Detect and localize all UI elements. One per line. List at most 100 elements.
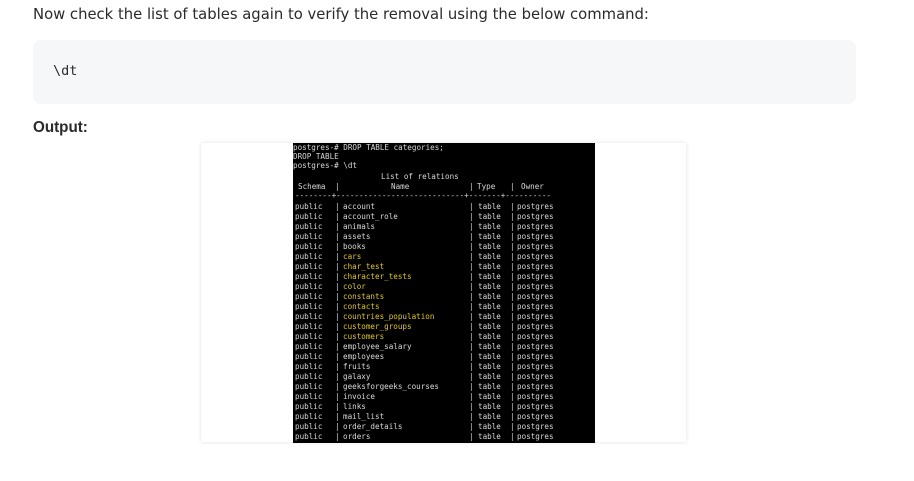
column-separator: |: [335, 402, 340, 411]
cell-name: invoice: [343, 392, 376, 401]
cell-schema: public: [295, 402, 323, 411]
cell-name: galaxy: [343, 372, 371, 381]
cell-owner: postgres: [517, 362, 554, 371]
column-separator: |: [510, 212, 515, 221]
table-row: public | customer_groups | table | postgres: [293, 322, 595, 332]
table-row: public | customers | table | postgres: [293, 332, 595, 342]
table-row: public | contacts | table | postgres: [293, 302, 595, 312]
column-separator: |: [335, 232, 340, 241]
column-separator: |: [335, 212, 340, 221]
cell-schema: public: [295, 372, 323, 381]
cell-schema: public: [295, 312, 323, 321]
cell-type: table: [478, 322, 501, 331]
column-separator: |: [335, 342, 340, 351]
table-row: public | countries_population | table | postgr…: [293, 312, 595, 322]
column-separator: |: [335, 272, 340, 281]
cell-type: table: [478, 342, 501, 351]
column-separator: |: [469, 292, 474, 301]
column-separator: |: [335, 332, 340, 341]
cell-type: table: [478, 422, 501, 431]
column-separator: |: [335, 392, 340, 401]
table-divider: --------+----------------------------+--…: [295, 191, 552, 200]
cell-owner: postgres: [517, 252, 554, 261]
column-separator: |: [335, 302, 340, 311]
cell-schema: public: [295, 282, 323, 291]
cell-owner: postgres: [517, 222, 554, 231]
cell-name: orders: [343, 432, 371, 441]
cell-schema: public: [295, 352, 323, 361]
cell-owner: postgres: [517, 402, 554, 411]
output-heading: Output:: [33, 119, 88, 136]
column-separator: |: [469, 202, 474, 211]
column-separator: |: [469, 432, 474, 441]
table-row: public | geeksforgeeks_courses | table | postg…: [293, 382, 595, 392]
column-separator: |: [469, 392, 474, 401]
column-separator: |: [335, 362, 340, 371]
cell-name: animals: [343, 222, 376, 231]
column-separator: |: [510, 372, 515, 381]
cell-name: customers: [343, 332, 385, 341]
cell-schema: public: [295, 412, 323, 421]
cell-name: account_role: [343, 212, 398, 221]
cell-owner: postgres: [517, 392, 554, 401]
column-separator: |: [469, 282, 474, 291]
column-separator: |: [510, 412, 515, 421]
table-row: public | books | table | postgres: [293, 242, 595, 252]
cell-type: table: [478, 392, 501, 401]
cell-owner: postgres: [517, 282, 554, 291]
cell-schema: public: [295, 262, 323, 271]
table-row: public | char_test | table | postgres: [293, 262, 595, 272]
cell-owner: postgres: [517, 342, 554, 351]
column-separator: |: [335, 252, 340, 261]
table-row: public | fruits | table | postgres: [293, 362, 595, 372]
cell-schema: public: [295, 302, 323, 311]
cell-type: table: [478, 232, 501, 241]
column-separator: |: [335, 432, 340, 441]
cell-type: table: [478, 242, 501, 251]
column-separator: |: [510, 402, 515, 411]
column-separator: |: [469, 312, 474, 321]
table-row: public | assets | table | postgres: [293, 232, 595, 242]
cell-owner: postgres: [517, 292, 554, 301]
column-separator: |: [335, 202, 340, 211]
column-separator: |: [335, 312, 340, 321]
code-command[interactable]: \dt: [53, 63, 77, 79]
cell-schema: public: [295, 382, 323, 391]
table-row: public | character_tests | table | postgres: [293, 272, 595, 282]
cell-type: table: [478, 302, 501, 311]
cell-type: table: [478, 372, 501, 381]
column-separator: |: [510, 312, 515, 321]
table-row: public | account | table | postgres: [293, 202, 595, 212]
column-separator: |: [510, 362, 515, 371]
cell-type: table: [478, 252, 501, 261]
cell-name: character_tests: [343, 272, 412, 281]
column-separator: |: [469, 422, 474, 431]
cell-type: table: [478, 212, 501, 221]
cell-name: cars: [343, 252, 362, 261]
cell-owner: postgres: [517, 432, 554, 441]
column-separator: |: [469, 222, 474, 231]
column-separator: |: [469, 272, 474, 281]
cell-schema: public: [295, 222, 323, 231]
column-separator: |: [335, 372, 340, 381]
code-block[interactable]: \dt: [33, 40, 856, 104]
cell-name: countries_population: [343, 312, 435, 321]
column-separator: |: [510, 242, 515, 251]
table-row: public | orders | table | postgres: [293, 432, 595, 442]
cell-name: employees: [343, 352, 385, 361]
cell-schema: public: [295, 342, 323, 351]
cell-owner: postgres: [517, 212, 554, 221]
column-separator: |: [510, 222, 515, 231]
cell-type: table: [478, 292, 501, 301]
cell-type: table: [478, 352, 501, 361]
column-separator: |: [510, 252, 515, 261]
cell-schema: public: [295, 242, 323, 251]
cell-name: contacts: [343, 302, 380, 311]
table-row: public | color | table | postgres: [293, 282, 595, 292]
cell-schema: public: [295, 392, 323, 401]
cell-type: table: [478, 262, 501, 271]
column-separator: |: [469, 332, 474, 341]
table-row: public | galaxy | table | postgres: [293, 372, 595, 382]
terminal-command-line: postgres-# \dt: [293, 161, 358, 170]
cell-schema: public: [295, 252, 323, 261]
